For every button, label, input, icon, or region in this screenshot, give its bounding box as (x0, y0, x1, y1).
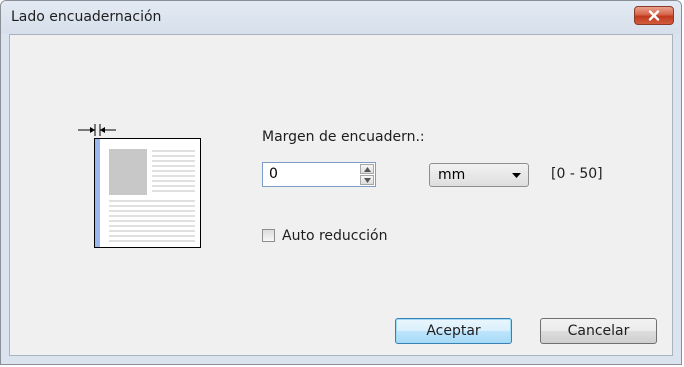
margin-arrows-icon (78, 124, 116, 136)
unit-select[interactable]: mm (429, 163, 529, 187)
page-icon (94, 138, 201, 248)
auto-reduce-checkbox[interactable] (262, 229, 275, 242)
close-button[interactable] (634, 6, 674, 25)
cancel-button[interactable]: Cancelar (540, 318, 657, 344)
close-icon (648, 10, 660, 21)
dialog-content: Margen de encuadern.: 0 mm [0 - 50] Auto… (9, 34, 673, 356)
spin-down-button[interactable] (360, 175, 374, 185)
window-title: Lado encuadernación (11, 9, 162, 25)
binding-margin-illustration (78, 124, 201, 248)
margin-spinbox[interactable]: 0 (262, 162, 376, 187)
spin-up-button[interactable] (360, 164, 374, 174)
dialog-window: Lado encuadernación Margen de encuadern.… (0, 0, 682, 365)
chevron-up-icon (364, 167, 371, 172)
title-bar[interactable]: Lado encuadernación (1, 1, 681, 34)
auto-reduce-label[interactable]: Auto reducción (282, 228, 388, 244)
margin-input[interactable]: 0 (269, 166, 278, 182)
accept-button[interactable]: Aceptar (395, 318, 512, 344)
dropdown-arrow-icon (512, 173, 521, 178)
unit-select-value: mm (438, 167, 466, 183)
margin-label: Margen de encuadern.: (262, 129, 425, 145)
margin-range-label: [0 - 50] (551, 166, 603, 182)
chevron-down-icon (364, 178, 371, 183)
